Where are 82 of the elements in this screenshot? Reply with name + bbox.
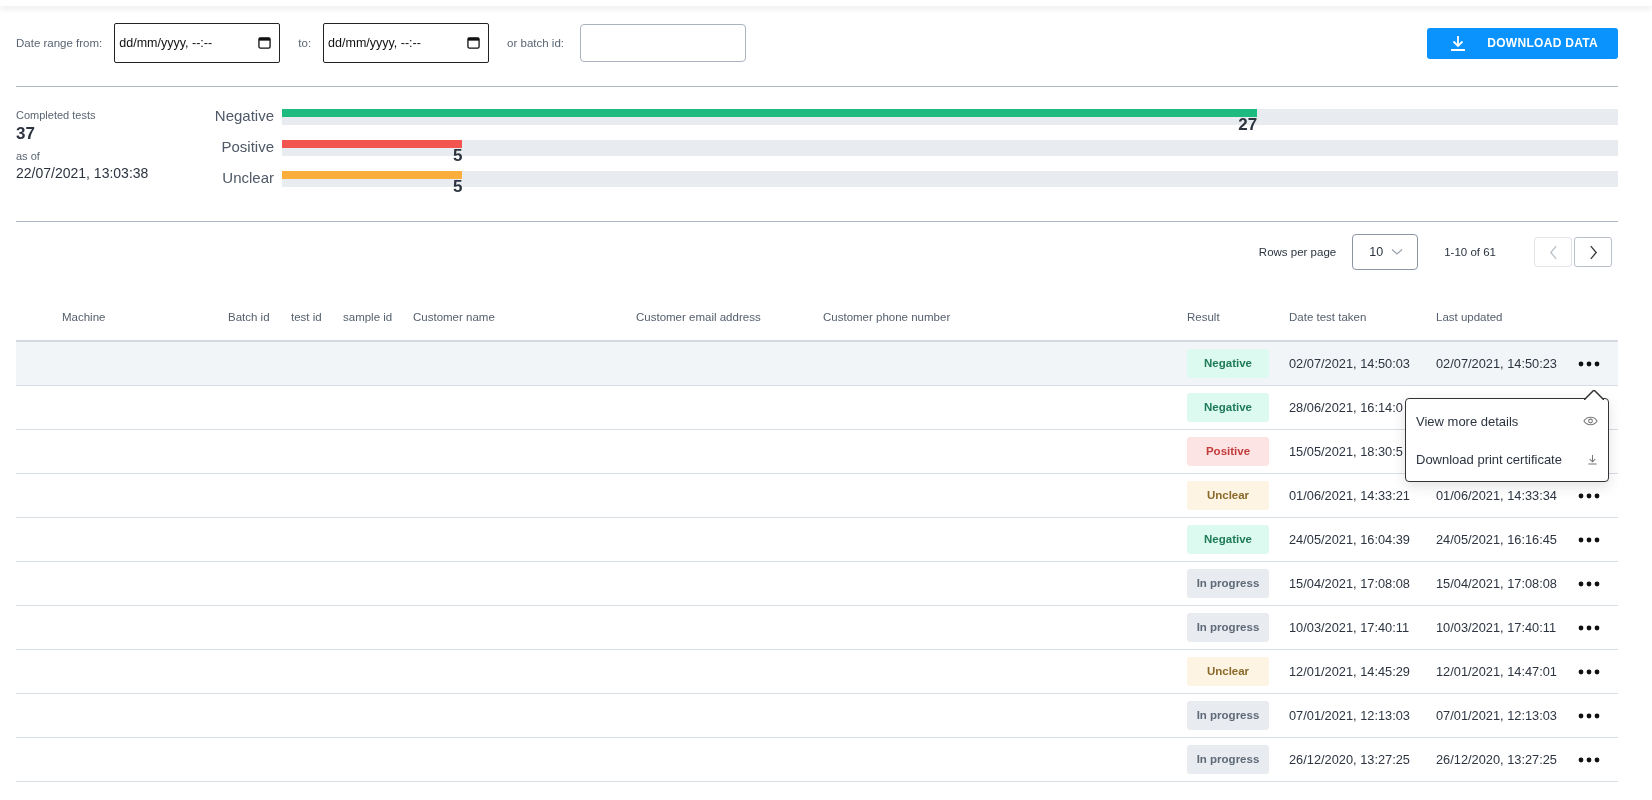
- more-options-icon[interactable]: [1578, 668, 1600, 675]
- page-range: 1-10 of 61: [1444, 246, 1496, 258]
- table-cell: 15/04/2021, 17:08:08: [1436, 576, 1557, 591]
- table-row[interactable]: Negative 24/05/2021, 16:04:39 24/05/2021, 16:16:45: [16, 518, 1618, 562]
- column-header: Customer name: [413, 310, 496, 323]
- result-badge: In progress: [1187, 613, 1269, 642]
- completed-tests-label: Completed tests: [16, 109, 97, 121]
- result-badge: Negative: [1187, 525, 1269, 554]
- calendar-icon[interactable]: [467, 36, 481, 49]
- more-options-icon[interactable]: [1578, 492, 1600, 499]
- table-cell: 02/07/2021, 14:50:23: [1436, 356, 1557, 371]
- table-cell: 02/07/2021, 14:50:03: [1289, 356, 1410, 371]
- table-row[interactable]: Unclear 12/01/2021, 14:45:29 12/01/2021, 14:47:01: [16, 650, 1618, 694]
- menu-item-label: Download print certificate: [1416, 451, 1562, 467]
- table-cell: 24/05/2021, 16:16:45: [1436, 532, 1557, 547]
- download-icon: [1449, 34, 1468, 52]
- result-badge: Negative: [1187, 349, 1269, 378]
- result-badge: In progress: [1187, 569, 1269, 598]
- table-cell: 10/03/2021, 17:40:11: [1289, 620, 1410, 635]
- column-header: Result: [1187, 310, 1221, 323]
- result-bar-count: 27: [1238, 116, 1258, 133]
- column-header: Customer email address: [636, 310, 762, 323]
- completed-tests-count: 37: [16, 124, 36, 144]
- date-to-label: to:: [298, 37, 312, 49]
- result-bar-count: 5: [452, 178, 463, 195]
- more-options-icon[interactable]: [1578, 580, 1600, 587]
- table-row[interactable]: In progress 26/12/2020, 13:27:25 26/12/2020, 13:27:25: [16, 738, 1618, 782]
- batch-id-label: or batch id:: [507, 37, 564, 49]
- result-bar-label: Unclear: [221, 169, 275, 186]
- result-badge: In progress: [1187, 745, 1269, 774]
- result-badge: Unclear: [1187, 657, 1269, 686]
- table-cell: 24/05/2021, 16:04:39: [1289, 532, 1410, 547]
- chevron-left-icon: [1548, 244, 1558, 260]
- table-cell: 26/12/2020, 13:27:25: [1436, 752, 1557, 767]
- result-bar-label: Positive: [220, 138, 275, 155]
- table-cell: 15/04/2021, 17:08:08: [1289, 576, 1410, 591]
- batch-id-field[interactable]: [580, 24, 746, 62]
- rows-per-page-label: Rows per page: [1258, 246, 1337, 258]
- table-row[interactable]: In progress 10/03/2021, 17:40:11 10/03/2021, 17:40:11: [16, 606, 1618, 650]
- calendar-icon[interactable]: [258, 36, 272, 49]
- more-options-icon[interactable]: [1578, 360, 1600, 367]
- date-from-field[interactable]: dd/mm/yyyy, --:--: [114, 23, 281, 63]
- rows-per-page-select[interactable]: 10: [1352, 234, 1419, 270]
- table-cell: 01/06/2021, 14:33:21: [1289, 488, 1410, 503]
- eye-icon: [1583, 416, 1598, 426]
- as-of-timestamp: 22/07/2021, 13:03:38: [16, 165, 150, 181]
- result-badge: Positive: [1187, 437, 1269, 466]
- table-cell: 26/12/2020, 13:27:25: [1289, 752, 1410, 767]
- table-cell: 10/03/2021, 17:40:11: [1436, 620, 1557, 635]
- column-header: Last updated: [1436, 310, 1504, 323]
- table-cell: 15/05/2021, 18:30:5: [1289, 444, 1403, 459]
- table-cell: 28/06/2021, 16:14:0: [1289, 400, 1403, 415]
- table-cell: 12/01/2021, 14:45:29: [1289, 664, 1410, 679]
- download-icon: [1587, 453, 1598, 465]
- chevron-right-icon: [1588, 244, 1598, 260]
- more-options-icon[interactable]: [1578, 712, 1600, 719]
- result-bar-count: 5: [452, 147, 463, 164]
- more-options-icon[interactable]: [1578, 624, 1600, 631]
- more-options-icon[interactable]: [1578, 756, 1600, 763]
- date-to-field[interactable]: dd/mm/yyyy, --:--: [323, 23, 490, 63]
- table-row[interactable]: Unclear 01/06/2021, 14:33:21 01/06/2021, 14:33:34: [16, 474, 1618, 518]
- result-badge: Unclear: [1187, 481, 1269, 510]
- column-header: Customer phone number: [823, 310, 952, 323]
- column-header: sample id: [343, 310, 394, 323]
- more-options-icon[interactable]: [1578, 536, 1600, 543]
- menu-item-label: View more details: [1416, 413, 1519, 429]
- result-bar-label: Negative: [213, 107, 275, 124]
- as-of-label: as of: [16, 150, 41, 162]
- table-cell: 01/06/2021, 14:33:34: [1436, 488, 1557, 503]
- chevron-down-icon: [1391, 248, 1404, 256]
- column-header: Machine: [62, 310, 107, 323]
- table-cell: 07/01/2021, 12:13:03: [1436, 708, 1557, 723]
- result-badge: Negative: [1187, 393, 1269, 422]
- date-from-label: Date range from:: [16, 37, 103, 49]
- result-badge: In progress: [1187, 701, 1269, 730]
- table-row[interactable]: In progress 07/01/2021, 12:13:03 07/01/2021, 12:13:03: [16, 694, 1618, 738]
- table-row[interactable]: In progress 15/04/2021, 17:08:08 15/04/2021, 17:08:08: [16, 562, 1618, 606]
- table-cell: 12/01/2021, 14:47:01: [1436, 664, 1557, 679]
- column-header: Batch id: [228, 310, 271, 323]
- column-header: test id: [291, 310, 323, 323]
- table-cell: 07/01/2021, 12:13:03: [1289, 708, 1410, 723]
- column-header: Date test taken: [1289, 310, 1368, 323]
